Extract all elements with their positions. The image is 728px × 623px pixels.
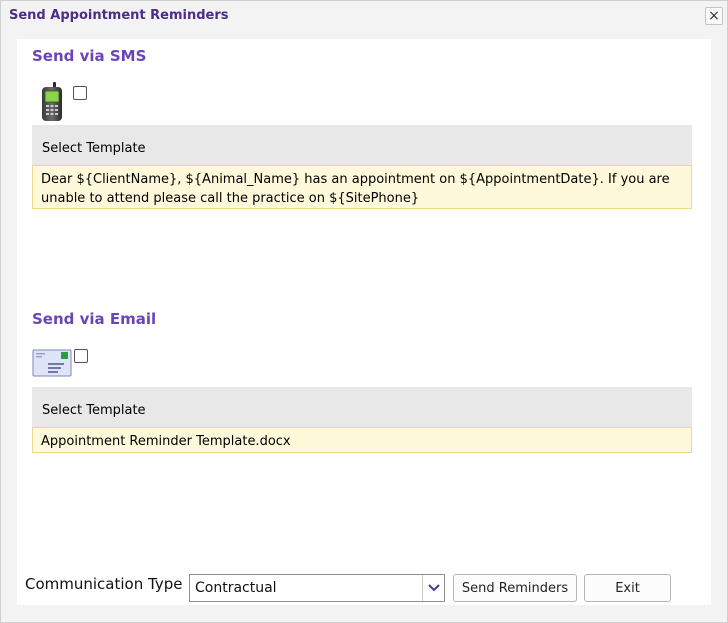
- envelope-icon: [32, 349, 72, 377]
- sms-checkbox[interactable]: [73, 86, 87, 100]
- email-checkbox[interactable]: [74, 349, 88, 363]
- dialog-title: Send Appointment Reminders: [9, 8, 229, 23]
- sms-heading: Send via SMS: [32, 47, 147, 65]
- communication-type-select[interactable]: Contractual: [189, 574, 445, 602]
- chevron-down-icon[interactable]: [422, 575, 444, 601]
- send-reminders-dialog: Send Appointment Reminders × Send via SM…: [0, 0, 728, 623]
- sms-template-text[interactable]: Dear ${ClientName}, ${Animal_Name} has a…: [32, 165, 692, 209]
- sms-template-header: Select Template: [32, 125, 692, 165]
- close-button[interactable]: ×: [705, 7, 723, 25]
- email-heading: Send via Email: [32, 310, 157, 328]
- content-panel: Send via SMS Select Template Dear ${Clie…: [17, 39, 711, 605]
- communication-type-value: Contractual: [195, 580, 277, 596]
- send-reminders-button[interactable]: Send Reminders: [453, 574, 577, 602]
- email-template-text[interactable]: Appointment Reminder Template.docx: [32, 427, 692, 453]
- close-icon: ×: [708, 8, 720, 24]
- mobile-phone-icon: [42, 82, 62, 121]
- title-bar: Send Appointment Reminders ×: [1, 1, 727, 31]
- communication-type-label: Communication Type: [25, 575, 183, 593]
- email-template-header: Select Template: [32, 387, 692, 427]
- exit-button[interactable]: Exit: [584, 574, 671, 602]
